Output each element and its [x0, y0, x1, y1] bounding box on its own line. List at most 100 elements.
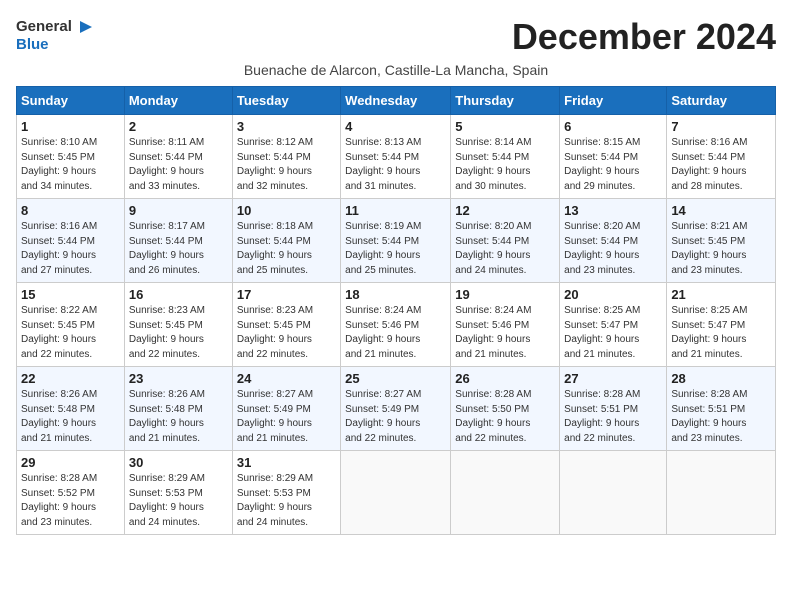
day-info: Sunrise: 8:15 AMSunset: 5:44 PMDaylight:… [564, 136, 662, 194]
day-number: 26 [455, 371, 555, 386]
day-info: Sunrise: 8:12 AMSunset: 5:44 PMDaylight:… [237, 136, 336, 194]
calendar-cell: 6 Sunrise: 8:15 AMSunset: 5:44 PMDaylight… [560, 115, 667, 199]
day-of-week-header: Saturday [667, 87, 776, 115]
day-number: 2 [129, 119, 228, 134]
day-number: 25 [345, 371, 446, 386]
calendar-cell: 22 Sunrise: 8:26 AMSunset: 5:48 PMDayligh… [17, 367, 125, 451]
day-number: 22 [21, 371, 120, 386]
calendar-cell: 2 Sunrise: 8:11 AMSunset: 5:44 PMDaylight… [124, 115, 232, 199]
day-number: 6 [564, 119, 662, 134]
location-subtitle: Buenache de Alarcon, Castille-La Mancha,… [16, 62, 776, 78]
day-number: 29 [21, 455, 120, 470]
calendar-cell: 9 Sunrise: 8:17 AMSunset: 5:44 PMDaylight… [124, 199, 232, 283]
day-number: 12 [455, 203, 555, 218]
calendar-cell: 26 Sunrise: 8:28 AMSunset: 5:50 PMDayligh… [451, 367, 560, 451]
calendar-cell [560, 451, 667, 535]
day-number: 14 [671, 203, 771, 218]
day-info: Sunrise: 8:23 AMSunset: 5:45 PMDaylight:… [237, 304, 336, 362]
day-info: Sunrise: 8:23 AMSunset: 5:45 PMDaylight:… [129, 304, 228, 362]
day-number: 20 [564, 287, 662, 302]
calendar-cell: 8 Sunrise: 8:16 AMSunset: 5:44 PMDaylight… [17, 199, 125, 283]
calendar-cell: 13 Sunrise: 8:20 AMSunset: 5:44 PMDayligh… [560, 199, 667, 283]
day-of-week-header: Tuesday [232, 87, 340, 115]
day-number: 13 [564, 203, 662, 218]
day-info: Sunrise: 8:29 AMSunset: 5:53 PMDaylight:… [237, 472, 336, 530]
day-number: 11 [345, 203, 446, 218]
day-number: 16 [129, 287, 228, 302]
calendar-cell: 12 Sunrise: 8:20 AMSunset: 5:44 PMDayligh… [451, 199, 560, 283]
day-info: Sunrise: 8:13 AMSunset: 5:44 PMDaylight:… [345, 136, 446, 194]
day-info: Sunrise: 8:10 AMSunset: 5:45 PMDaylight:… [21, 136, 120, 194]
day-info: Sunrise: 8:11 AMSunset: 5:44 PMDaylight:… [129, 136, 228, 194]
calendar-table: SundayMondayTuesdayWednesdayThursdayFrid… [16, 86, 776, 535]
day-number: 27 [564, 371, 662, 386]
calendar-cell: 10 Sunrise: 8:18 AMSunset: 5:44 PMDayligh… [232, 199, 340, 283]
day-number: 15 [21, 287, 120, 302]
day-info: Sunrise: 8:29 AMSunset: 5:53 PMDaylight:… [129, 472, 228, 530]
day-number: 24 [237, 371, 336, 386]
day-number: 19 [455, 287, 555, 302]
day-number: 17 [237, 287, 336, 302]
day-info: Sunrise: 8:28 AMSunset: 5:50 PMDaylight:… [455, 388, 555, 446]
day-info: Sunrise: 8:26 AMSunset: 5:48 PMDaylight:… [21, 388, 120, 446]
calendar-cell: 20 Sunrise: 8:25 AMSunset: 5:47 PMDayligh… [560, 283, 667, 367]
logo: General Blue [16, 16, 92, 54]
day-of-week-header: Wednesday [341, 87, 451, 115]
calendar-cell: 24 Sunrise: 8:27 AMSunset: 5:49 PMDayligh… [232, 367, 340, 451]
day-info: Sunrise: 8:26 AMSunset: 5:48 PMDaylight:… [129, 388, 228, 446]
calendar-cell: 1 Sunrise: 8:10 AMSunset: 5:45 PMDaylight… [17, 115, 125, 199]
calendar-cell: 25 Sunrise: 8:27 AMSunset: 5:49 PMDayligh… [341, 367, 451, 451]
day-info: Sunrise: 8:27 AMSunset: 5:49 PMDaylight:… [237, 388, 336, 446]
day-info: Sunrise: 8:21 AMSunset: 5:45 PMDaylight:… [671, 220, 771, 278]
day-number: 8 [21, 203, 120, 218]
day-info: Sunrise: 8:17 AMSunset: 5:44 PMDaylight:… [129, 220, 228, 278]
calendar-cell: 4Sunrise: 8:13 AMSunset: 5:44 PMDaylight… [341, 115, 451, 199]
calendar-cell: 16 Sunrise: 8:23 AMSunset: 5:45 PMDayligh… [124, 283, 232, 367]
calendar-cell: 18Sunrise: 8:24 AMSunset: 5:46 PMDayligh… [341, 283, 451, 367]
calendar-cell: 27 Sunrise: 8:28 AMSunset: 5:51 PMDayligh… [560, 367, 667, 451]
logo-arrow-icon [74, 19, 92, 35]
day-info: Sunrise: 8:22 AMSunset: 5:45 PMDaylight:… [21, 304, 120, 362]
day-info: Sunrise: 8:28 AMSunset: 5:52 PMDaylight:… [21, 472, 120, 530]
calendar-cell: 3Sunrise: 8:12 AMSunset: 5:44 PMDaylight… [232, 115, 340, 199]
day-number: 9 [129, 203, 228, 218]
day-info: Sunrise: 8:20 AMSunset: 5:44 PMDaylight:… [455, 220, 555, 278]
day-info: Sunrise: 8:28 AMSunset: 5:51 PMDaylight:… [671, 388, 771, 446]
day-number: 10 [237, 203, 336, 218]
calendar-cell: 14 Sunrise: 8:21 AMSunset: 5:45 PMDayligh… [667, 199, 776, 283]
day-of-week-header: Monday [124, 87, 232, 115]
day-info: Sunrise: 8:16 AMSunset: 5:44 PMDaylight:… [671, 136, 771, 194]
day-info: Sunrise: 8:28 AMSunset: 5:51 PMDaylight:… [564, 388, 662, 446]
day-info: Sunrise: 8:20 AMSunset: 5:44 PMDaylight:… [564, 220, 662, 278]
day-number: 7 [671, 119, 771, 134]
day-number: 21 [671, 287, 771, 302]
logo-blue: Blue [16, 36, 92, 54]
logo-general: General [16, 18, 72, 36]
day-number: 5 [455, 119, 555, 134]
day-number: 30 [129, 455, 228, 470]
month-title: December 2024 [512, 16, 776, 58]
day-number: 28 [671, 371, 771, 386]
day-info: Sunrise: 8:14 AMSunset: 5:44 PMDaylight:… [455, 136, 555, 194]
day-info: Sunrise: 8:19 AMSunset: 5:44 PMDaylight:… [345, 220, 446, 278]
day-number: 31 [237, 455, 336, 470]
calendar-cell: 23 Sunrise: 8:26 AMSunset: 5:48 PMDayligh… [124, 367, 232, 451]
calendar-cell [667, 451, 776, 535]
calendar-cell: 11 Sunrise: 8:19 AMSunset: 5:44 PMDayligh… [341, 199, 451, 283]
day-info: Sunrise: 8:25 AMSunset: 5:47 PMDaylight:… [671, 304, 771, 362]
day-info: Sunrise: 8:24 AMSunset: 5:46 PMDaylight:… [455, 304, 555, 362]
day-info: Sunrise: 8:18 AMSunset: 5:44 PMDaylight:… [237, 220, 336, 278]
calendar-cell: 21 Sunrise: 8:25 AMSunset: 5:47 PMDayligh… [667, 283, 776, 367]
calendar-cell: 29 Sunrise: 8:28 AMSunset: 5:52 PMDayligh… [17, 451, 125, 535]
day-number: 23 [129, 371, 228, 386]
page-header: General Blue December 2024 [16, 16, 776, 58]
calendar-cell: 15 Sunrise: 8:22 AMSunset: 5:45 PMDayligh… [17, 283, 125, 367]
day-of-week-header: Thursday [451, 87, 560, 115]
day-of-week-header: Sunday [17, 87, 125, 115]
calendar-cell [451, 451, 560, 535]
day-info: Sunrise: 8:25 AMSunset: 5:47 PMDaylight:… [564, 304, 662, 362]
day-info: Sunrise: 8:27 AMSunset: 5:49 PMDaylight:… [345, 388, 446, 446]
calendar-cell: 28 Sunrise: 8:28 AMSunset: 5:51 PMDayligh… [667, 367, 776, 451]
day-info: Sunrise: 8:16 AMSunset: 5:44 PMDaylight:… [21, 220, 120, 278]
day-number: 1 [21, 119, 120, 134]
